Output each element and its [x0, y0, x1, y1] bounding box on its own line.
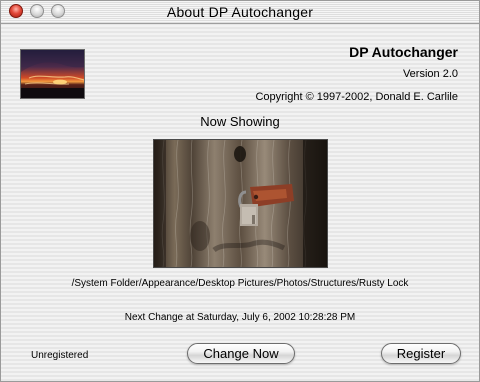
desktop-picture-preview	[153, 139, 328, 268]
title-bar[interactable]: About DP Autochanger	[1, 1, 479, 24]
registration-status: Unregistered	[31, 350, 89, 361]
next-change-text: Next Change at Saturday, July 6, 2002 10…	[124, 312, 356, 323]
register-button[interactable]: Register	[381, 343, 461, 364]
app-version: Version 2.0	[402, 68, 458, 80]
now-showing-heading: Now Showing	[200, 114, 280, 129]
sunset-image	[21, 50, 84, 98]
change-now-button[interactable]: Change Now	[187, 343, 295, 364]
rusty-lock-image	[154, 140, 327, 267]
window-title: About DP Autochanger	[166, 4, 314, 20]
picture-path: /System Folder/Appearance/Desktop Pictur…	[71, 278, 409, 289]
app-name: DP Autochanger	[349, 44, 458, 60]
app-icon	[20, 49, 85, 99]
copyright-text: Copyright © 1997-2002, Donald E. Carlile	[255, 91, 458, 103]
about-window: About DP Autochanger DP Autochanger Vers…	[0, 0, 480, 382]
